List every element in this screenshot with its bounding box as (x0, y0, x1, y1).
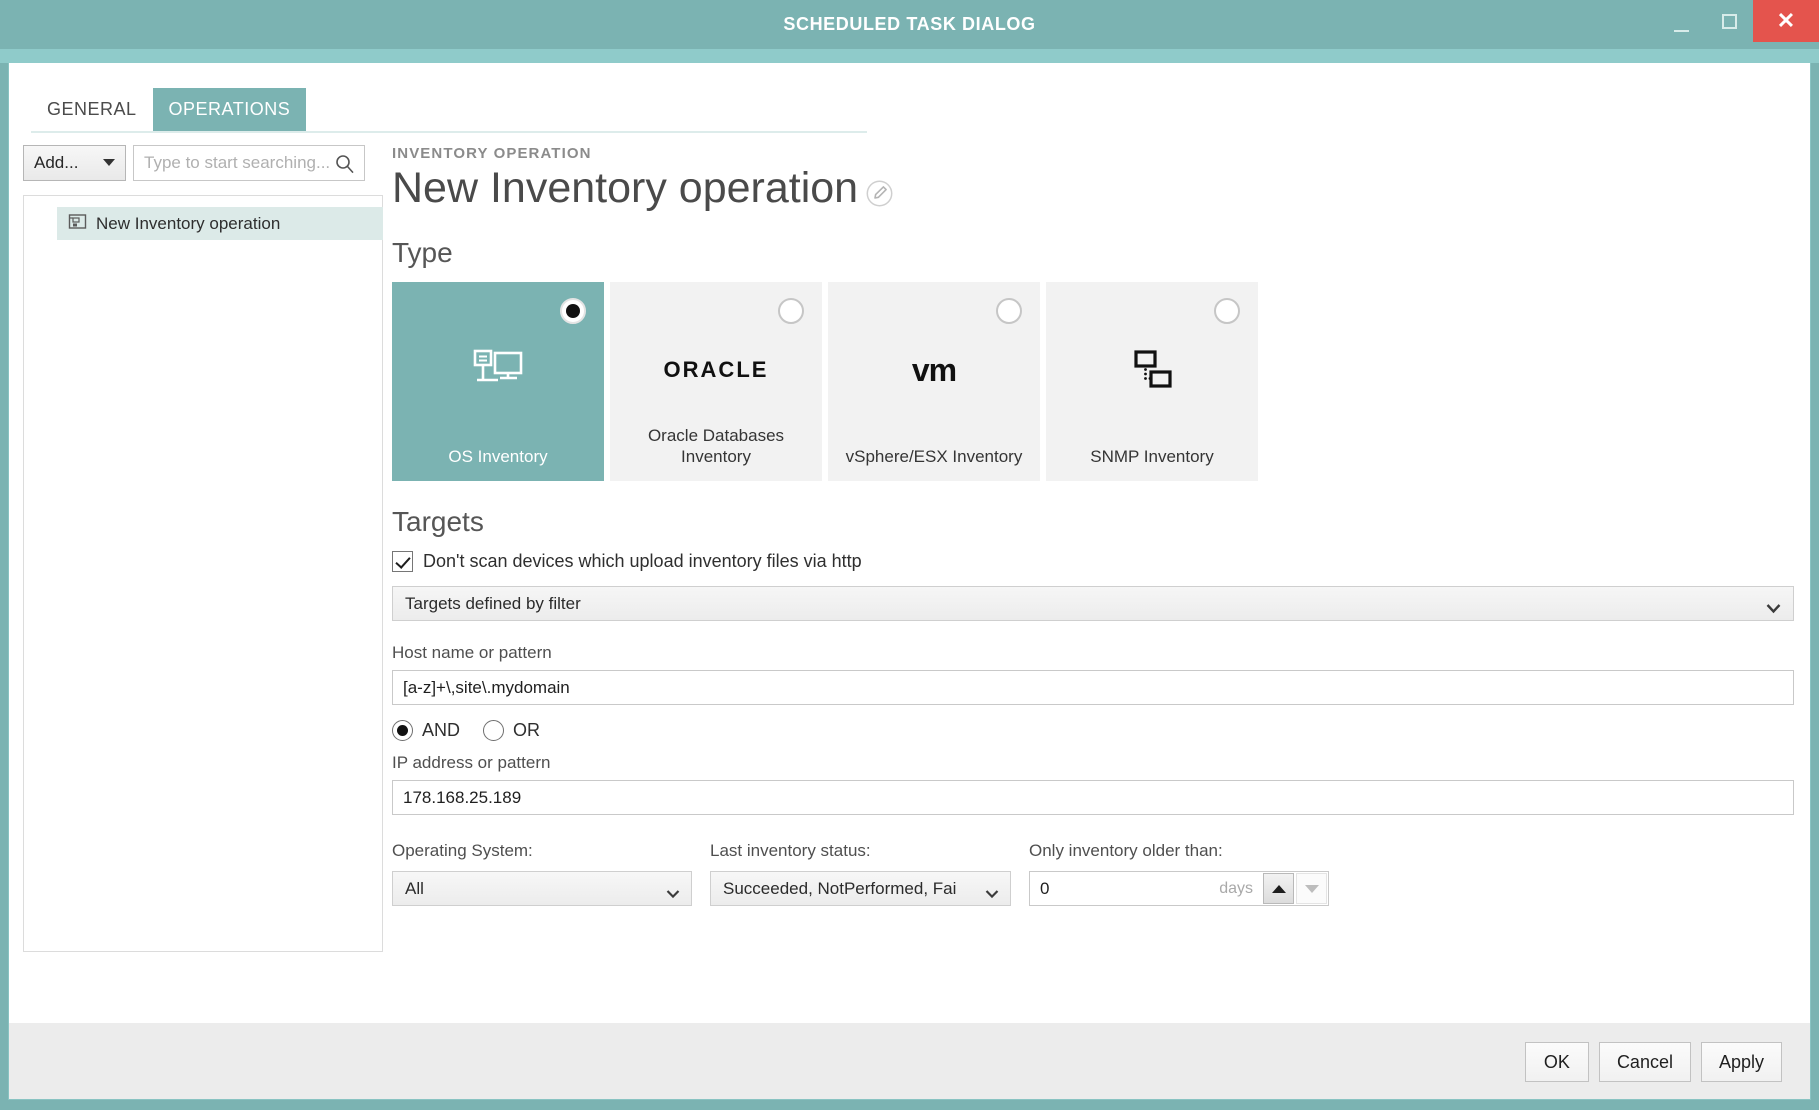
add-button[interactable]: Add... (23, 145, 126, 181)
title-accent-band (0, 49, 1819, 63)
type-card-label: Oracle Databases Inventory (647, 425, 785, 466)
radio-and[interactable] (392, 720, 413, 741)
last-inventory-status-value: Succeeded, NotPerformed, Fai (723, 878, 957, 898)
tab-operations[interactable]: OPERATIONS (152, 88, 307, 131)
skip-http-checkbox-label: Don't scan devices which upload inventor… (423, 551, 862, 571)
stepper-buttons (1263, 873, 1327, 904)
oracle-wordmark-text: ORACLE (663, 357, 769, 382)
type-card-snmp-inventory[interactable]: SNMP Inventory (1046, 282, 1258, 481)
ok-button[interactable]: OK (1524, 1042, 1589, 1082)
chevron-down-icon (666, 884, 680, 904)
last-inventory-status-label: Last inventory status: (710, 841, 871, 860)
minimize-button[interactable] (1657, 0, 1705, 42)
radio-vsphere-esx[interactable] (996, 298, 1022, 324)
scheduled-task-dialog: SCHEDULED TASK DIALOG ✕ GENERAL OPERATION… (0, 0, 1819, 1110)
apply-button[interactable]: Apply (1700, 1042, 1782, 1082)
server-monitor-icon (392, 344, 604, 396)
operations-left-panel: Add... Type to start searching... New In… (23, 145, 383, 1045)
inventory-age-stepper[interactable]: 0 days (1029, 871, 1329, 906)
inventory-age-filter: Only inventory older than: 0 days (1029, 841, 1329, 906)
inventory-age-value: 0 (1040, 878, 1050, 898)
left-panel-toolbar: Add... (23, 145, 365, 181)
inventory-age-label: Only inventory older than: (1029, 841, 1223, 860)
vmware-wordmark-text: vm (911, 351, 957, 388)
type-card-vsphere-esx[interactable]: vm vSphere/ESX Inventory (828, 282, 1040, 481)
last-inventory-status-select[interactable]: Succeeded, NotPerformed, Fai (710, 871, 1011, 906)
cancel-button[interactable]: Cancel (1598, 1042, 1691, 1082)
targets-heading: Targets (392, 506, 484, 537)
window-title: SCHEDULED TASK DIALOG (783, 14, 1036, 34)
triangle-down-icon (1304, 884, 1319, 893)
type-heading: Type (392, 237, 453, 268)
tab-underline (31, 131, 867, 133)
footer-buttons: OK Cancel Apply (1524, 1042, 1782, 1082)
tab-general[interactable]: GENERAL (31, 88, 153, 131)
type-card-group: OS Inventory ORACLE Oracle Databases Inv… (392, 282, 1802, 481)
radio-and-label: AND (422, 720, 461, 740)
type-card-label: OS Inventory (448, 446, 548, 466)
edit-pencil-icon[interactable] (866, 180, 893, 212)
operating-system-select[interactable]: All (392, 871, 692, 906)
add-button-label: Add... (34, 153, 79, 172)
page-kicker: INVENTORY OPERATION (392, 145, 592, 162)
triangle-up-icon (1271, 884, 1286, 893)
stepper-increment-button[interactable] (1263, 873, 1294, 904)
operation-icon (68, 212, 87, 236)
dialog-footer: OK Cancel Apply (8, 1023, 1811, 1100)
close-icon: ✕ (1776, 8, 1796, 33)
targets-select-value: Targets defined by filter (405, 593, 581, 613)
inventory-age-units: days (1219, 880, 1253, 897)
operating-system-value: All (405, 878, 424, 898)
radio-os-inventory[interactable] (560, 298, 586, 324)
title-bar: SCHEDULED TASK DIALOG ✕ (0, 0, 1819, 49)
chevron-down-icon (985, 884, 999, 904)
last-inventory-status-filter: Last inventory status: Succeeded, NotPer… (710, 841, 1011, 906)
type-card-label: vSphere/ESX Inventory (845, 446, 1023, 466)
operation-detail-panel: INVENTORY OPERATION New Inventory operat… (392, 145, 1802, 906)
close-button[interactable]: ✕ (1753, 0, 1819, 42)
list-item[interactable]: New Inventory operation (57, 207, 383, 240)
maximize-button[interactable] (1705, 0, 1753, 42)
page-title-row: New Inventory operation (392, 166, 1802, 212)
type-card-oracle-databases[interactable]: ORACLE Oracle Databases Inventory (610, 282, 822, 481)
operations-tree[interactable]: New Inventory operation (23, 195, 383, 952)
filter-row: Operating System: All Last inventory sta… (392, 841, 1802, 906)
page-title: New Inventory operation (392, 164, 859, 213)
search-input[interactable] (144, 153, 334, 173)
logic-radio-group: AND OR (392, 720, 1802, 741)
radio-oracle-databases[interactable] (778, 298, 804, 324)
search-icon (335, 154, 355, 179)
ip-field-label: IP address or pattern (392, 753, 551, 772)
window-controls: ✕ (1657, 0, 1819, 49)
host-field-label: Host name or pattern (392, 643, 552, 662)
type-card-os-inventory[interactable]: OS Inventory (392, 282, 604, 481)
list-item-label: New Inventory operation (96, 213, 281, 233)
targets-select[interactable]: Targets defined by filter (392, 586, 1794, 621)
network-nodes-icon (1046, 344, 1258, 396)
operating-system-filter: Operating System: All (392, 841, 692, 906)
host-pattern-input[interactable]: [a-z]+\,site\.mydomain (392, 670, 1794, 705)
search-box[interactable] (133, 145, 365, 181)
oracle-wordmark-icon: ORACLE (610, 344, 822, 396)
chevron-down-icon (1766, 599, 1781, 619)
stepper-decrement-button[interactable] (1296, 873, 1327, 904)
chevron-down-icon (103, 159, 115, 166)
ip-pattern-input[interactable]: 178.168.25.189 (392, 780, 1794, 815)
skip-http-checkbox[interactable] (392, 551, 413, 572)
tab-bar: GENERAL OPERATIONS (9, 88, 1810, 131)
radio-snmp-inventory[interactable] (1214, 298, 1240, 324)
ip-pattern-value: 178.168.25.189 (403, 787, 522, 807)
radio-or-label: OR (513, 720, 541, 740)
vmware-wordmark-icon: vm (828, 344, 1040, 396)
host-pattern-value: [a-z]+\,site\.mydomain (403, 677, 570, 697)
operating-system-label: Operating System: (392, 841, 533, 860)
type-card-label: SNMP Inventory (1090, 446, 1214, 466)
radio-or[interactable] (483, 720, 505, 741)
dialog-body: GENERAL OPERATIONS Add... Type to start … (8, 63, 1811, 1092)
skip-http-checkbox-row[interactable]: Don't scan devices which upload inventor… (392, 551, 1802, 572)
